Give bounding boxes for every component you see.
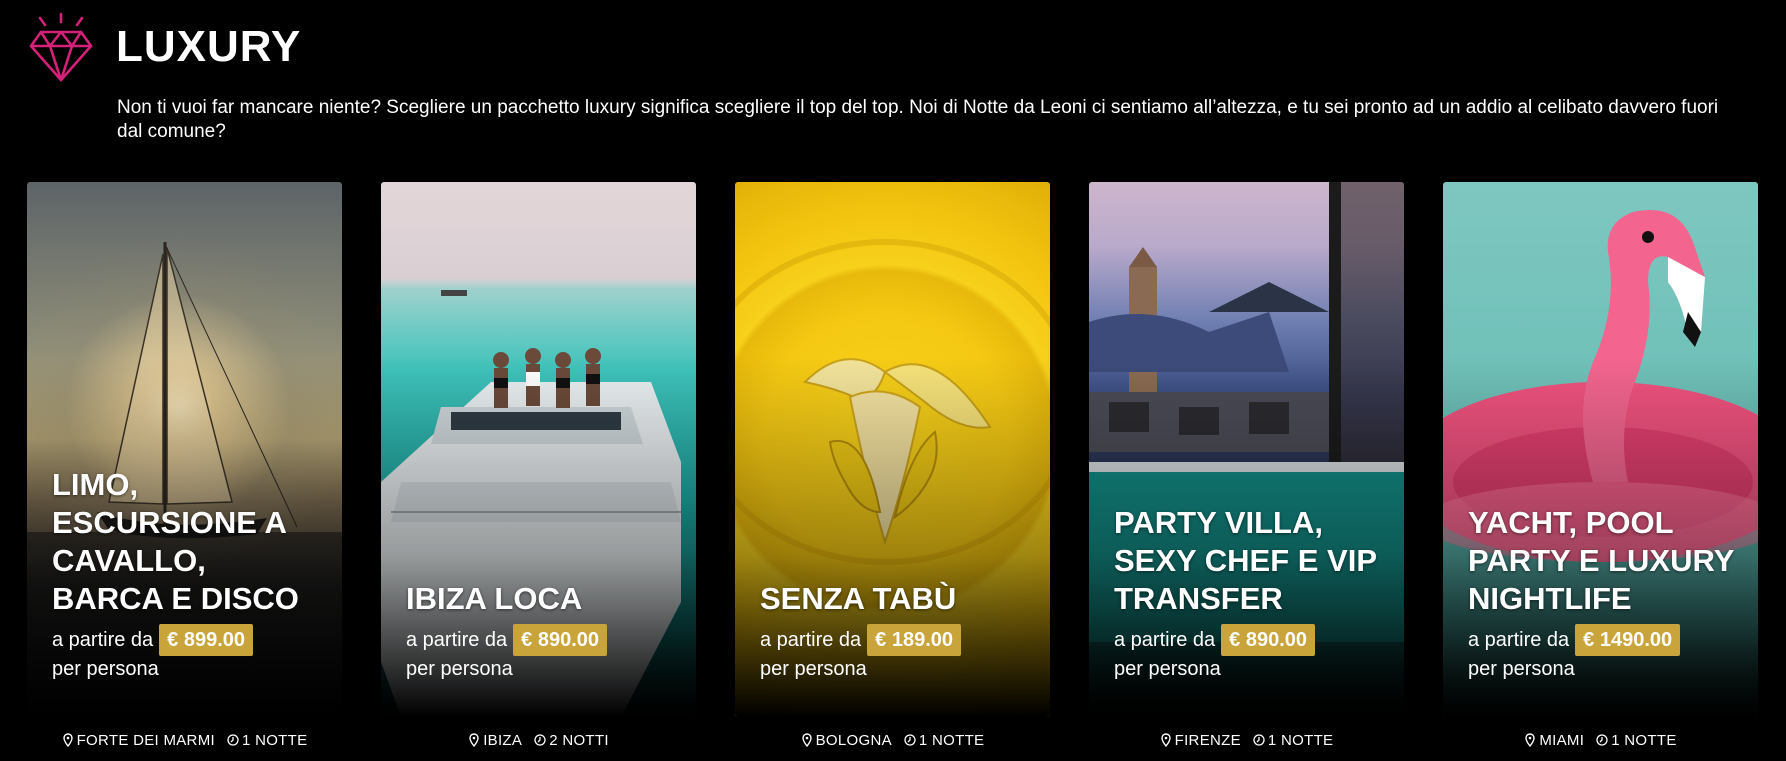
package-location: MIAMI bbox=[1539, 732, 1585, 749]
price-badge: € 890.00 bbox=[1221, 624, 1316, 656]
package-card-miami[interactable]: YACHT, POOL PARTY E LUXURY NIGHTLIFE a p… bbox=[1443, 182, 1758, 761]
package-location: IBIZA bbox=[483, 732, 523, 749]
price-suffix: per persona bbox=[406, 658, 513, 680]
package-meta: IBIZA 2 NOTTI bbox=[381, 732, 696, 749]
package-card-ibiza[interactable]: IBIZA LOCA a partire da € 890.00 per per… bbox=[381, 182, 696, 761]
price-line: a partire da € 890.00 bbox=[406, 624, 678, 656]
package-info: YACHT, POOL PARTY E LUXURY NIGHTLIFE a p… bbox=[1468, 504, 1740, 682]
package-card-bologna[interactable]: SENZA TABÙ a partire da € 189.00 per per… bbox=[735, 182, 1050, 761]
package-duration: 1 NOTTE bbox=[1267, 732, 1334, 749]
price-suffix: per persona bbox=[1468, 658, 1575, 680]
price-line: a partire da € 890.00 bbox=[1114, 624, 1386, 656]
package-image[interactable]: IBIZA LOCA a partire da € 890.00 per per… bbox=[381, 182, 696, 717]
package-image[interactable]: LIMO, ESCURSIONE A CAVALLO, BARCA E DISC… bbox=[27, 182, 342, 717]
price-prefix: a partire da bbox=[1468, 629, 1570, 651]
price-suffix: per persona bbox=[1114, 658, 1221, 680]
price-suffix: per persona bbox=[760, 658, 867, 680]
clock-icon bbox=[1253, 734, 1265, 746]
section-intro: Non ti vuoi far mancare niente? Sceglier… bbox=[117, 97, 1719, 142]
price-line: a partire da € 189.00 bbox=[760, 624, 1032, 656]
package-title: LIMO, ESCURSIONE A CAVALLO, BARCA E DISC… bbox=[52, 467, 299, 616]
package-image[interactable]: SENZA TABÙ a partire da € 189.00 per per… bbox=[735, 182, 1050, 717]
package-duration: 1 NOTTE bbox=[241, 732, 308, 749]
package-image[interactable]: PARTY VILLA, SEXY CHEF E VIP TRANSFER a … bbox=[1089, 182, 1404, 717]
location-pin-icon bbox=[62, 733, 73, 747]
package-meta: MIAMI 1 NOTTE bbox=[1443, 732, 1758, 749]
location-pin-icon bbox=[801, 733, 812, 747]
price-prefix: a partire da bbox=[1114, 629, 1216, 651]
package-meta: BOLOGNA 1 NOTTE bbox=[735, 732, 1050, 749]
price-suffix: per persona bbox=[52, 658, 159, 680]
package-image[interactable]: YACHT, POOL PARTY E LUXURY NIGHTLIFE a p… bbox=[1443, 182, 1758, 717]
package-meta: FIRENZE 1 NOTTE bbox=[1089, 732, 1404, 749]
package-duration: 1 NOTTE bbox=[1611, 732, 1677, 749]
price-prefix: a partire da bbox=[52, 629, 154, 651]
clock-icon bbox=[1596, 734, 1608, 746]
package-location: FIRENZE bbox=[1174, 732, 1241, 749]
package-card-forte-dei-marmi[interactable]: LIMO, ESCURSIONE A CAVALLO, BARCA E DISC… bbox=[27, 182, 342, 761]
clock-icon bbox=[904, 734, 916, 746]
location-pin-icon bbox=[469, 733, 479, 747]
package-title: YACHT, POOL PARTY E LUXURY NIGHTLIFE bbox=[1468, 505, 1734, 616]
package-info: SENZA TABÙ a partire da € 189.00 per per… bbox=[760, 580, 1032, 682]
location-pin-icon bbox=[1160, 733, 1171, 747]
price-badge: € 189.00 bbox=[867, 624, 962, 656]
price-badge: € 899.00 bbox=[159, 624, 254, 656]
package-info: IBIZA LOCA a partire da € 890.00 per per… bbox=[406, 580, 678, 682]
package-title: SENZA TABÙ bbox=[760, 581, 957, 616]
package-cards: LIMO, ESCURSIONE A CAVALLO, BARCA E DISC… bbox=[0, 182, 1786, 761]
package-title: IBIZA LOCA bbox=[406, 581, 583, 616]
price-badge: € 890.00 bbox=[513, 624, 608, 656]
price-prefix: a partire da bbox=[406, 629, 508, 651]
price-line: a partire da € 899.00 bbox=[52, 624, 324, 656]
package-title: PARTY VILLA, SEXY CHEF E VIP TRANSFER bbox=[1114, 505, 1377, 616]
package-info: LIMO, ESCURSIONE A CAVALLO, BARCA E DISC… bbox=[52, 466, 324, 682]
package-location: BOLOGNA bbox=[815, 732, 892, 749]
price-prefix: a partire da bbox=[760, 629, 862, 651]
package-info: PARTY VILLA, SEXY CHEF E VIP TRANSFER a … bbox=[1114, 504, 1386, 682]
package-meta: FORTE DEI MARMI 1 NOTTE bbox=[27, 732, 342, 749]
package-location: FORTE DEI MARMI bbox=[76, 732, 215, 749]
package-duration: 2 NOTTI bbox=[549, 732, 609, 749]
package-duration: 1 NOTTE bbox=[918, 732, 985, 749]
package-card-firenze[interactable]: PARTY VILLA, SEXY CHEF E VIP TRANSFER a … bbox=[1089, 182, 1404, 761]
section-title: LUXURY bbox=[116, 22, 302, 71]
diamond-icon bbox=[29, 12, 93, 82]
price-line: a partire da € 1490.00 bbox=[1468, 624, 1740, 656]
clock-icon bbox=[227, 734, 239, 746]
price-badge: € 1490.00 bbox=[1575, 624, 1681, 656]
location-pin-icon bbox=[1525, 733, 1536, 747]
clock-icon bbox=[534, 734, 546, 746]
